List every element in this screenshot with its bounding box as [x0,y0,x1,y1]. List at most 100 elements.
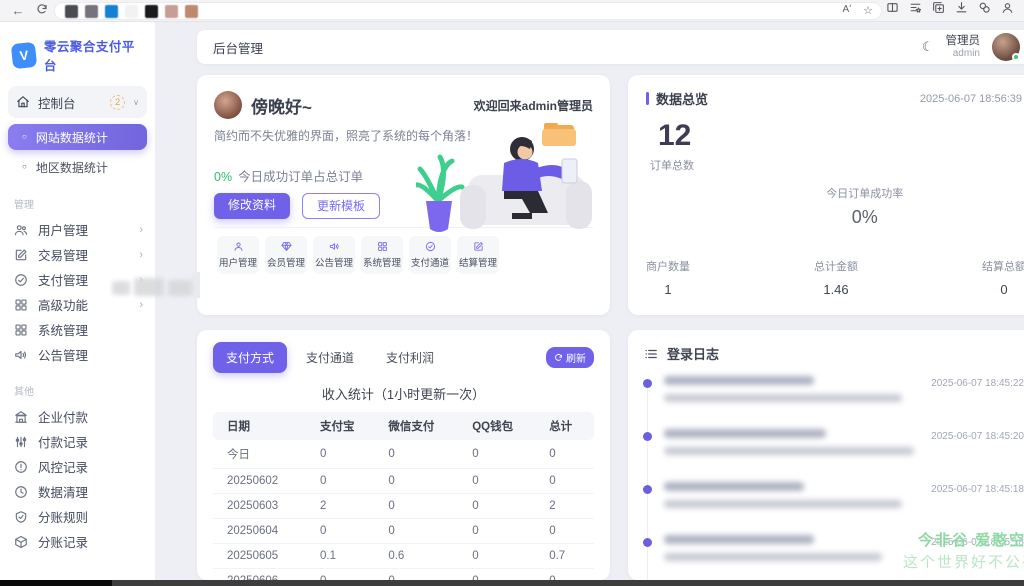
favicon-4[interactable] [145,5,158,18]
alert-circle-icon [14,460,28,474]
shortcut-label: 支付通道 [410,258,449,269]
sidebar-item-用户管理[interactable]: 用户管理 › [0,217,155,242]
favicon-1[interactable] [85,5,98,18]
sidebar-item-系统管理[interactable]: 系统管理 [0,317,155,342]
sidebar-subitem-1[interactable]: ○ 地区数据统计 [8,154,147,180]
profile-icon[interactable] [1001,1,1014,14]
title-accent-bar [646,92,649,105]
read-aloud-icon[interactable]: Aʹ [843,4,852,17]
redaction-blur [134,278,164,296]
address-bar[interactable]: Aʹ ☆ [54,2,882,20]
shortcut-结算管理[interactable]: 结算管理 [457,236,499,274]
income-stats-title: 收入统计（1小时更新一次） [321,387,486,402]
edit-profile-button[interactable]: 修改资料 [214,193,291,219]
shortcut-用户管理[interactable]: 用户管理 [217,236,259,274]
app-logo[interactable]: V 零云聚合支付平台 [0,32,155,84]
favicon-3[interactable] [125,5,138,18]
table-row: 20250604 0 0 0 0 [213,518,594,544]
tab-payment-profit[interactable]: 支付利润 [373,342,447,373]
stat-settlement-total: 结算总额 0 [982,261,1024,297]
redaction-blur [168,280,192,296]
sidebar-item-分账规则[interactable]: 分账规则 [0,504,155,529]
sidebar-item-label: 公告管理 [38,349,89,363]
rate-label: 今日订单成功率 [826,188,904,200]
bullet-icon: ○ [22,132,27,141]
sidebar: V 零云聚合支付平台 控制台 2 ∨ ○ 网站数据统计 ○ 地区数据统计 管理 用户管理… [0,22,155,580]
table-cell: 0.1 [312,543,381,569]
shortcut-label: 公告管理 [314,258,353,269]
downloads-icon[interactable] [955,1,968,14]
shortcut-公告管理[interactable]: 公告管理 [313,236,355,274]
drawer-handle[interactable] [191,272,200,298]
avatar[interactable] [992,33,1020,61]
favicon-0[interactable] [65,5,78,18]
tab-stack-icon[interactable] [932,1,945,14]
overview-title: 数据总览 [656,92,709,107]
sitting-person-illustration [413,123,604,238]
collections-icon[interactable] [909,1,922,14]
shortcut-label: 结算管理 [458,258,497,269]
sidebar-item-企业付款[interactable]: 企业付款 [0,404,155,429]
timeline-dot-icon [643,538,652,547]
shortcut-label: 系统管理 [362,258,401,269]
sidebar-item-风控记录[interactable]: 风控记录 [0,454,155,479]
sidebar-item-label: 付款记录 [38,436,89,450]
browser-toolbar-icons [886,1,1022,14]
shield-icon [14,510,28,524]
box-icon [14,535,28,549]
sidebar-item-数据清理[interactable]: 数据清理 [0,479,155,504]
page-header: 后台管理 ☾ 管理员 admin [197,30,1024,64]
sidebar-item-公告管理[interactable]: 公告管理 [0,342,155,367]
shortcut-会员管理[interactable]: 会员管理 [265,236,307,274]
sidebar-item-支付管理[interactable]: 支付管理› [0,267,155,292]
shortcut-支付通道[interactable]: 支付通道 [409,236,451,274]
table-cell: 20250605 [213,543,312,569]
sidebar-item-label: 高级功能 [38,299,89,313]
list-icon [644,347,658,361]
back-arrow-icon[interactable]: ← [8,1,28,21]
table-cell: 0.7 [541,543,594,569]
table-header: QQ钱包 [464,412,542,440]
sidebar-item-分账记录[interactable]: 分账记录 [0,529,155,554]
table-header: 日期 [213,412,312,440]
refresh-icon[interactable] [32,1,52,21]
grid-icon [377,241,388,252]
favicon-6[interactable] [185,5,198,18]
log-entry-1: 2025-06-07 18:45:20 [643,429,1024,480]
watermark-line1: 今非谷 爱憨空鸣 [918,532,1024,549]
refresh-button[interactable]: 刷新 [546,347,594,368]
grid-icon [14,298,28,312]
table-cell: 20250604 [213,518,312,544]
console-label: 控制台 [38,96,76,111]
tab-payment-method[interactable]: 支付方式 [213,342,288,373]
sidebar-item-交易管理[interactable]: 交易管理 › [0,242,155,267]
table-cell: 0 [464,518,542,544]
log-entry-time: 2025-06-07 18:45:22 [931,378,1024,389]
total-orders-value: 12 [658,119,692,152]
shortcut-系统管理[interactable]: 系统管理 [361,236,403,274]
sidebar-subitem-0[interactable]: ○ 网站数据统计 [8,124,147,150]
tab-payment-channel[interactable]: 支付通道 [293,342,367,373]
moon-icon[interactable]: ☾ [922,39,934,55]
extensions-icon[interactable] [978,1,991,14]
table-cell: 0 [380,440,465,469]
redaction-blur [112,281,130,295]
split-screen-icon[interactable] [886,1,899,14]
table-cell: 20250602 [213,468,312,494]
redacted-log-detail [664,500,902,508]
sidebar-item-付款记录[interactable]: 付款记录 [0,429,155,454]
users-icon [14,223,28,237]
stat-total-amount: 总计金额 1.46 [814,261,858,297]
sidebar-item-高级功能[interactable]: 高级功能 › [0,292,155,317]
user-name: 管理员 [945,34,981,47]
sidebar-item-label: 分账记录 [38,536,89,550]
favicon-2[interactable] [105,5,118,18]
user-info[interactable]: 管理员 admin [946,35,981,60]
favicon-5[interactable] [165,5,178,18]
income-table: 日期 支付宝 微信支付 QQ钱包 总计 今日 0 0 0 0 20250602 0 0 0 0 202506… [213,412,594,586]
sidebar-item-console[interactable]: 控制台 2 ∨ [8,86,147,118]
update-template-button[interactable]: 更新模板 [302,193,381,219]
chevron-down-icon: ∨ [133,97,139,107]
favorite-star-icon[interactable]: ☆ [863,4,873,17]
user-role: admin [952,47,980,59]
